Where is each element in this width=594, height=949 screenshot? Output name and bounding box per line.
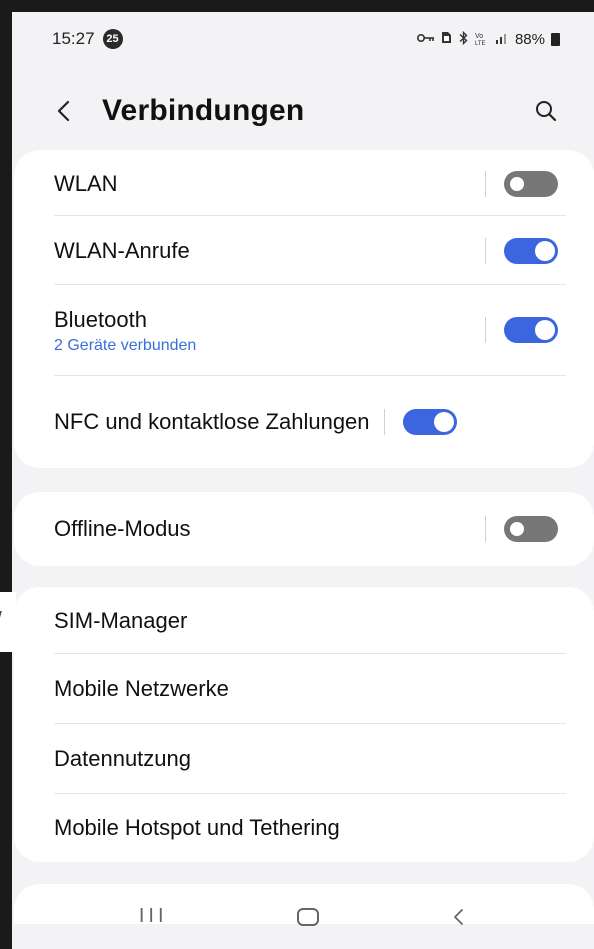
nfc-toggle[interactable] [403, 409, 457, 435]
row-label: NFC und kontaktlose Zahlungen [54, 409, 370, 434]
status-right: Vo LTE 88% [416, 30, 560, 48]
chevron-left-icon[interactable] [52, 100, 74, 122]
divider [54, 284, 566, 285]
row-label: Bluetooth [54, 307, 147, 332]
row-label: Offline-Modus [54, 516, 191, 541]
row-label: WLAN [54, 171, 118, 196]
row-text: WLAN-Anrufe [54, 236, 485, 266]
setting-row-offline[interactable]: Offline-Modus [14, 494, 594, 564]
app-header: Verbindungen [52, 86, 560, 136]
row-text: Offline-Modus [54, 514, 485, 544]
toggle-knob [434, 412, 454, 432]
sim-icon [441, 31, 452, 47]
vertical-separator [485, 238, 486, 264]
divider [54, 793, 566, 794]
setting-row-wlan-calls[interactable]: WLAN-Anrufe [14, 218, 594, 284]
divider [54, 653, 566, 654]
row-text: WLAN [54, 169, 485, 199]
wlan-calls-toggle[interactable] [504, 238, 558, 264]
vertical-separator [485, 317, 486, 343]
vertical-separator [384, 409, 385, 435]
row-label: Mobile Hotspot und Tethering [54, 815, 340, 840]
vertical-separator [485, 171, 486, 197]
row-label: SIM-Manager [54, 608, 188, 633]
status-time: 15:27 [52, 29, 95, 48]
screen-frame-top [0, 0, 594, 12]
battery-icon [551, 32, 560, 46]
screen-frame-left [0, 0, 12, 949]
setting-row-nfc[interactable]: NFC und kontaktlose Zahlungen [14, 378, 594, 466]
toggle-knob [535, 320, 555, 340]
connections-card: WLAN WLAN-Anrufe Bluetooth 2 Geräte verb… [14, 150, 594, 468]
divider [54, 375, 566, 376]
setting-row-bluetooth[interactable]: Bluetooth 2 Geräte verbunden [14, 286, 594, 374]
row-label: WLAN-Anrufe [54, 238, 190, 263]
bluetooth-toggle[interactable] [504, 317, 558, 343]
row-label: Mobile Netzwerke [54, 676, 229, 701]
divider [54, 723, 566, 724]
row-sublabel: 2 Geräte verbunden [54, 337, 197, 354]
page-title: Verbindungen [102, 94, 305, 127]
row-label: Datennutzung [54, 746, 191, 771]
status-left: 15:27 25 [52, 29, 123, 49]
svg-text:LTE: LTE [475, 41, 486, 45]
back-icon[interactable] [449, 907, 469, 927]
toggle-knob [507, 519, 527, 539]
vertical-separator [485, 516, 486, 542]
setting-row-mobile-networks[interactable]: Mobile Netzwerke [14, 655, 594, 723]
row-text: Bluetooth 2 Geräte verbunden [54, 305, 485, 355]
setting-row-wlan[interactable]: WLAN [14, 152, 594, 216]
setting-row-sim-manager[interactable]: SIM-Manager [14, 589, 594, 653]
recents-icon[interactable]: III [139, 905, 168, 928]
offline-card: Offline-Modus [14, 492, 594, 566]
offline-toggle[interactable] [504, 516, 558, 542]
divider [54, 215, 566, 216]
network-card: SIM-Manager Mobile Netzwerke Datennutzun… [14, 587, 594, 862]
volte-icon: Vo LTE [475, 31, 489, 48]
system-navbar: III [14, 884, 594, 949]
battery-percent: 88% [514, 30, 545, 48]
search-icon[interactable] [532, 97, 560, 125]
status-bar: 15:27 25 Vo LTE 88% [52, 25, 560, 53]
svg-text:Vo: Vo [475, 33, 483, 40]
wlan-toggle[interactable] [504, 171, 558, 197]
row-text: NFC und kontaktlose Zahlungen [54, 407, 384, 437]
bluetooth-icon [458, 30, 469, 48]
notification-badge: 25 [102, 29, 123, 49]
signal-icon [495, 31, 509, 47]
setting-row-data-usage[interactable]: Datennutzung [14, 725, 594, 793]
home-icon[interactable] [297, 907, 320, 926]
key-icon [416, 31, 435, 47]
setting-row-hotspot[interactable]: Mobile Hotspot und Tethering [14, 795, 594, 861]
toggle-knob [507, 174, 527, 194]
toggle-knob [535, 241, 555, 261]
